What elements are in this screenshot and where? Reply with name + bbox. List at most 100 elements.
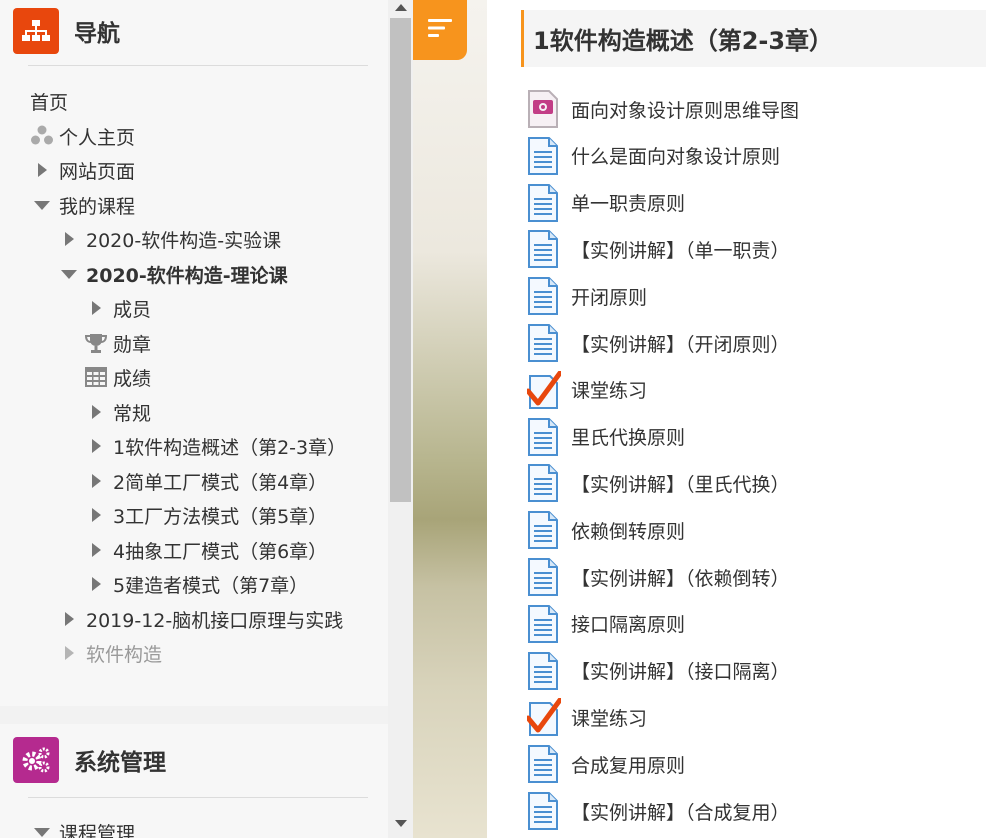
- sitemap-icon: [13, 8, 59, 54]
- administration-block-title: 系统管理: [74, 750, 166, 776]
- activity-link[interactable]: 【实例讲解】（开闭原则）: [571, 330, 790, 357]
- nav-item-label: 首页: [30, 91, 69, 114]
- nav-item-course-admin[interactable]: 课程管理: [30, 817, 135, 838]
- activity-link[interactable]: 【实例讲解】（单一职责）: [571, 236, 790, 263]
- activity-link[interactable]: 里氏代换原则: [571, 423, 685, 450]
- nav-item-label: 3工厂方法模式（第5章）: [113, 505, 328, 528]
- nav-item-section-1[interactable]: 1软件构造概述（第2-3章）: [84, 431, 346, 461]
- activity-link[interactable]: 课堂练习: [571, 704, 647, 731]
- expand-arrow-icon: [84, 296, 108, 320]
- activity-link[interactable]: 【实例讲解】（接口隔离）: [571, 657, 790, 684]
- activity-item[interactable]: 接口隔离原则: [527, 604, 685, 644]
- nav-item-label: 成绩: [113, 367, 152, 390]
- activity-item[interactable]: 里氏代换原则: [527, 417, 685, 457]
- activity-item[interactable]: 单一职责原则: [527, 183, 685, 223]
- scroll-up-arrow-icon[interactable]: [395, 4, 407, 11]
- nav-item-label: 常规: [113, 402, 152, 425]
- page-icon: [527, 183, 559, 222]
- page-icon: [527, 511, 559, 550]
- activity-item[interactable]: 【实例讲解】（单一职责）: [527, 229, 790, 269]
- administration-block-header: 系统管理: [13, 737, 166, 783]
- navigation-block-header: 导航: [13, 8, 120, 54]
- nav-item-label: 软件构造: [86, 643, 163, 666]
- activity-item[interactable]: 【实例讲解】（里氏代换）: [527, 463, 790, 503]
- nav-item-section-2[interactable]: 2简单工厂模式（第4章）: [84, 466, 327, 496]
- nav-item-section-4[interactable]: 4抽象工厂模式（第6章）: [84, 535, 327, 565]
- activity-item[interactable]: 【实例讲解】（依赖倒转）: [527, 557, 790, 597]
- nav-item-course-lab[interactable]: 2020-软件构造-实验课: [57, 224, 281, 254]
- nav-item-label: 1软件构造概述（第2-3章）: [113, 436, 347, 459]
- expand-arrow-icon: [84, 538, 108, 562]
- activity-item[interactable]: 【实例讲解】（开闭原则）: [527, 323, 790, 363]
- activity-link[interactable]: 依赖倒转原则: [571, 517, 685, 544]
- page-icon: [527, 136, 559, 175]
- quiz-icon: [525, 370, 563, 409]
- drawer-toggle-button[interactable]: [413, 0, 467, 60]
- nav-item-home[interactable]: 首页: [30, 86, 68, 116]
- nav-item-site-pages[interactable]: 网站页面: [30, 155, 135, 185]
- activity-item[interactable]: 合成复用原则: [527, 744, 685, 784]
- activity-link[interactable]: 合成复用原则: [571, 751, 685, 778]
- nav-item-label: 2020-软件构造-理论课: [86, 264, 288, 287]
- activity-item[interactable]: 【实例讲解】（合成复用）: [527, 791, 790, 831]
- nav-item-grades[interactable]: 成绩: [84, 362, 151, 392]
- activity-link[interactable]: 接口隔离原则: [571, 610, 685, 637]
- activity-link[interactable]: 单一职责原则: [571, 189, 685, 216]
- quiz-icon: [525, 697, 563, 737]
- activity-item[interactable]: 课堂练习: [525, 697, 647, 737]
- nav-item-section-5[interactable]: 5建造者模式（第7章）: [84, 569, 308, 599]
- expand-arrow-icon: [57, 227, 81, 251]
- activity-item[interactable]: 课堂练习: [525, 370, 647, 410]
- drawer-scrollbar[interactable]: [388, 0, 413, 838]
- menu-icon: [428, 18, 452, 43]
- nav-item-section-3[interactable]: 3工厂方法模式（第5章）: [84, 500, 327, 530]
- nav-item-course-bci[interactable]: 2019-12-脑机接口原理与实践: [57, 604, 343, 634]
- nav-item-label: 课程管理: [59, 822, 136, 838]
- scroll-down-arrow-icon[interactable]: [395, 820, 407, 827]
- activity-link[interactable]: 【实例讲解】（合成复用）: [571, 798, 790, 825]
- divider: [28, 65, 368, 66]
- nav-item-label: 2020-软件构造-实验课: [86, 229, 282, 252]
- activity-item[interactable]: 依赖倒转原则: [527, 510, 685, 550]
- collapse-arrow-icon: [57, 262, 81, 286]
- activity-item[interactable]: 【实例讲解】（接口隔离）: [527, 651, 790, 691]
- page-icon: [527, 745, 559, 784]
- expand-arrow-icon: [30, 158, 54, 182]
- nav-item-label: 5建造者模式（第7章）: [113, 574, 309, 597]
- activity-link[interactable]: 【实例讲解】（依赖倒转）: [571, 564, 790, 591]
- cogs-icon: [13, 737, 59, 783]
- nav-item-participants[interactable]: 成员: [84, 293, 151, 323]
- activity-link[interactable]: 面向对象设计原则思维导图: [571, 96, 799, 123]
- scrollbar-thumb[interactable]: [390, 18, 411, 502]
- background-image: [413, 0, 487, 838]
- activity-item[interactable]: 开闭原则: [527, 276, 647, 316]
- nav-item-label: 勋章: [113, 333, 152, 356]
- activity-item[interactable]: 什么是面向对象设计原则: [527, 136, 780, 176]
- section-title: 1软件构造概述（第2-3章）: [533, 27, 834, 55]
- activity-link[interactable]: 开闭原则: [571, 283, 647, 310]
- activity-link[interactable]: 【实例讲解】（里氏代换）: [571, 470, 790, 497]
- nav-item-label: 我的课程: [59, 195, 136, 218]
- divider: [28, 797, 368, 798]
- nav-item-course-theory[interactable]: 2020-软件构造-理论课: [57, 259, 288, 289]
- nav-item-label: 2简单工厂模式（第4章）: [113, 471, 328, 494]
- nav-item-label: 成员: [113, 298, 152, 321]
- nav-item-course-software[interactable]: 软件构造: [57, 638, 162, 668]
- activity-item[interactable]: 面向对象设计原则思维导图: [527, 89, 799, 129]
- page-icon: [527, 417, 559, 456]
- expand-arrow-icon: [84, 469, 108, 493]
- collapse-arrow-icon: [30, 820, 54, 838]
- nav-item-badges[interactable]: 勋章: [84, 328, 151, 358]
- collapse-arrow-icon: [30, 193, 54, 217]
- activity-link[interactable]: 什么是面向对象设计原则: [571, 142, 780, 169]
- page-icon: [527, 651, 559, 690]
- expand-arrow-icon: [84, 503, 108, 527]
- activity-link[interactable]: 课堂练习: [571, 376, 647, 403]
- nav-item-general[interactable]: 常规: [84, 397, 151, 427]
- trophy-icon: [84, 331, 108, 355]
- main-content: 1软件构造概述（第2-3章） 面向对象设计原则思维导图 什么是面向对象设计原则 单一…: [487, 0, 986, 838]
- nav-item-dashboard[interactable]: 个人主页: [30, 121, 135, 151]
- nav-item-my-courses[interactable]: 我的课程: [30, 190, 135, 220]
- nav-item-label: 个人主页: [59, 126, 136, 149]
- left-drawer: 导航 首页 个人主页 网站页面 我的课程 2020-软件构造-实验课 2020-…: [0, 0, 388, 838]
